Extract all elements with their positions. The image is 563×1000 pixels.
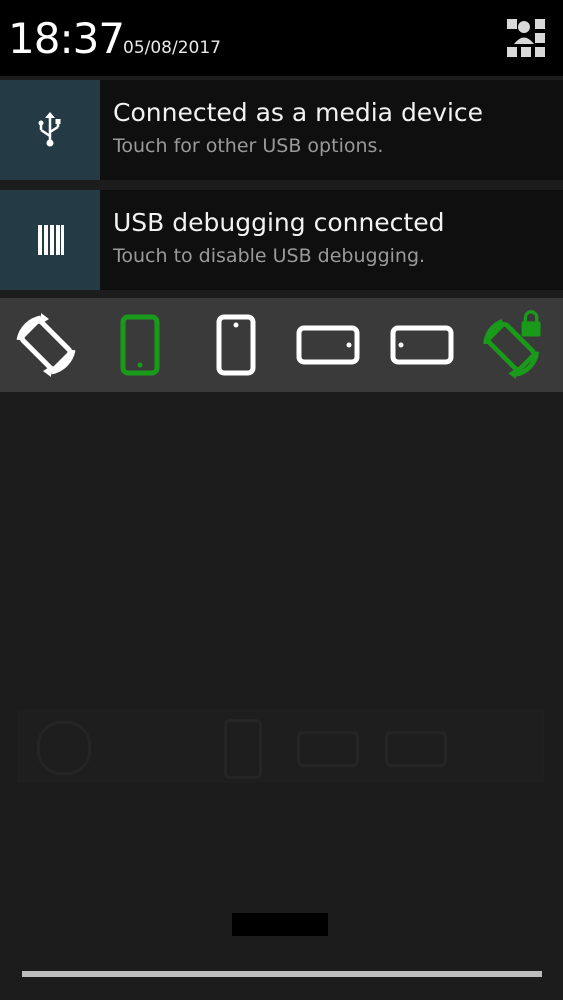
- user-switch-icon[interactable]: [505, 17, 547, 59]
- landscape-icon[interactable]: [292, 308, 364, 382]
- notification-subtitle: Touch for other USB options.: [113, 135, 384, 157]
- reverse-portrait-icon[interactable]: [200, 308, 272, 382]
- background-content: [18, 710, 544, 782]
- usb-debugging-icon: [0, 190, 100, 290]
- notification-title: USB debugging connected: [113, 208, 445, 237]
- usb-icon: [0, 80, 100, 180]
- notification-subtitle: Touch to disable USB debugging.: [113, 245, 426, 267]
- clock: 18:37: [8, 14, 125, 63]
- shade-background: [0, 392, 563, 1000]
- notification-usb-debugging[interactable]: USB debugging connected Touch to disable…: [0, 190, 563, 290]
- notification-usb-media[interactable]: Connected as a media device Touch for ot…: [0, 80, 563, 180]
- shade-drag-handle[interactable]: [22, 971, 542, 977]
- portrait-icon[interactable]: [104, 308, 176, 382]
- notification-title: Connected as a media device: [113, 98, 484, 127]
- auto-rotate-icon[interactable]: [10, 308, 82, 382]
- date[interactable]: 05/08/2017: [123, 38, 221, 58]
- status-bar: 18:37 05/08/2017: [0, 0, 563, 76]
- rotation-bar: [0, 298, 563, 392]
- background-block: [232, 913, 328, 936]
- reverse-landscape-icon[interactable]: [386, 308, 458, 382]
- rotation-lock-icon[interactable]: [478, 308, 550, 382]
